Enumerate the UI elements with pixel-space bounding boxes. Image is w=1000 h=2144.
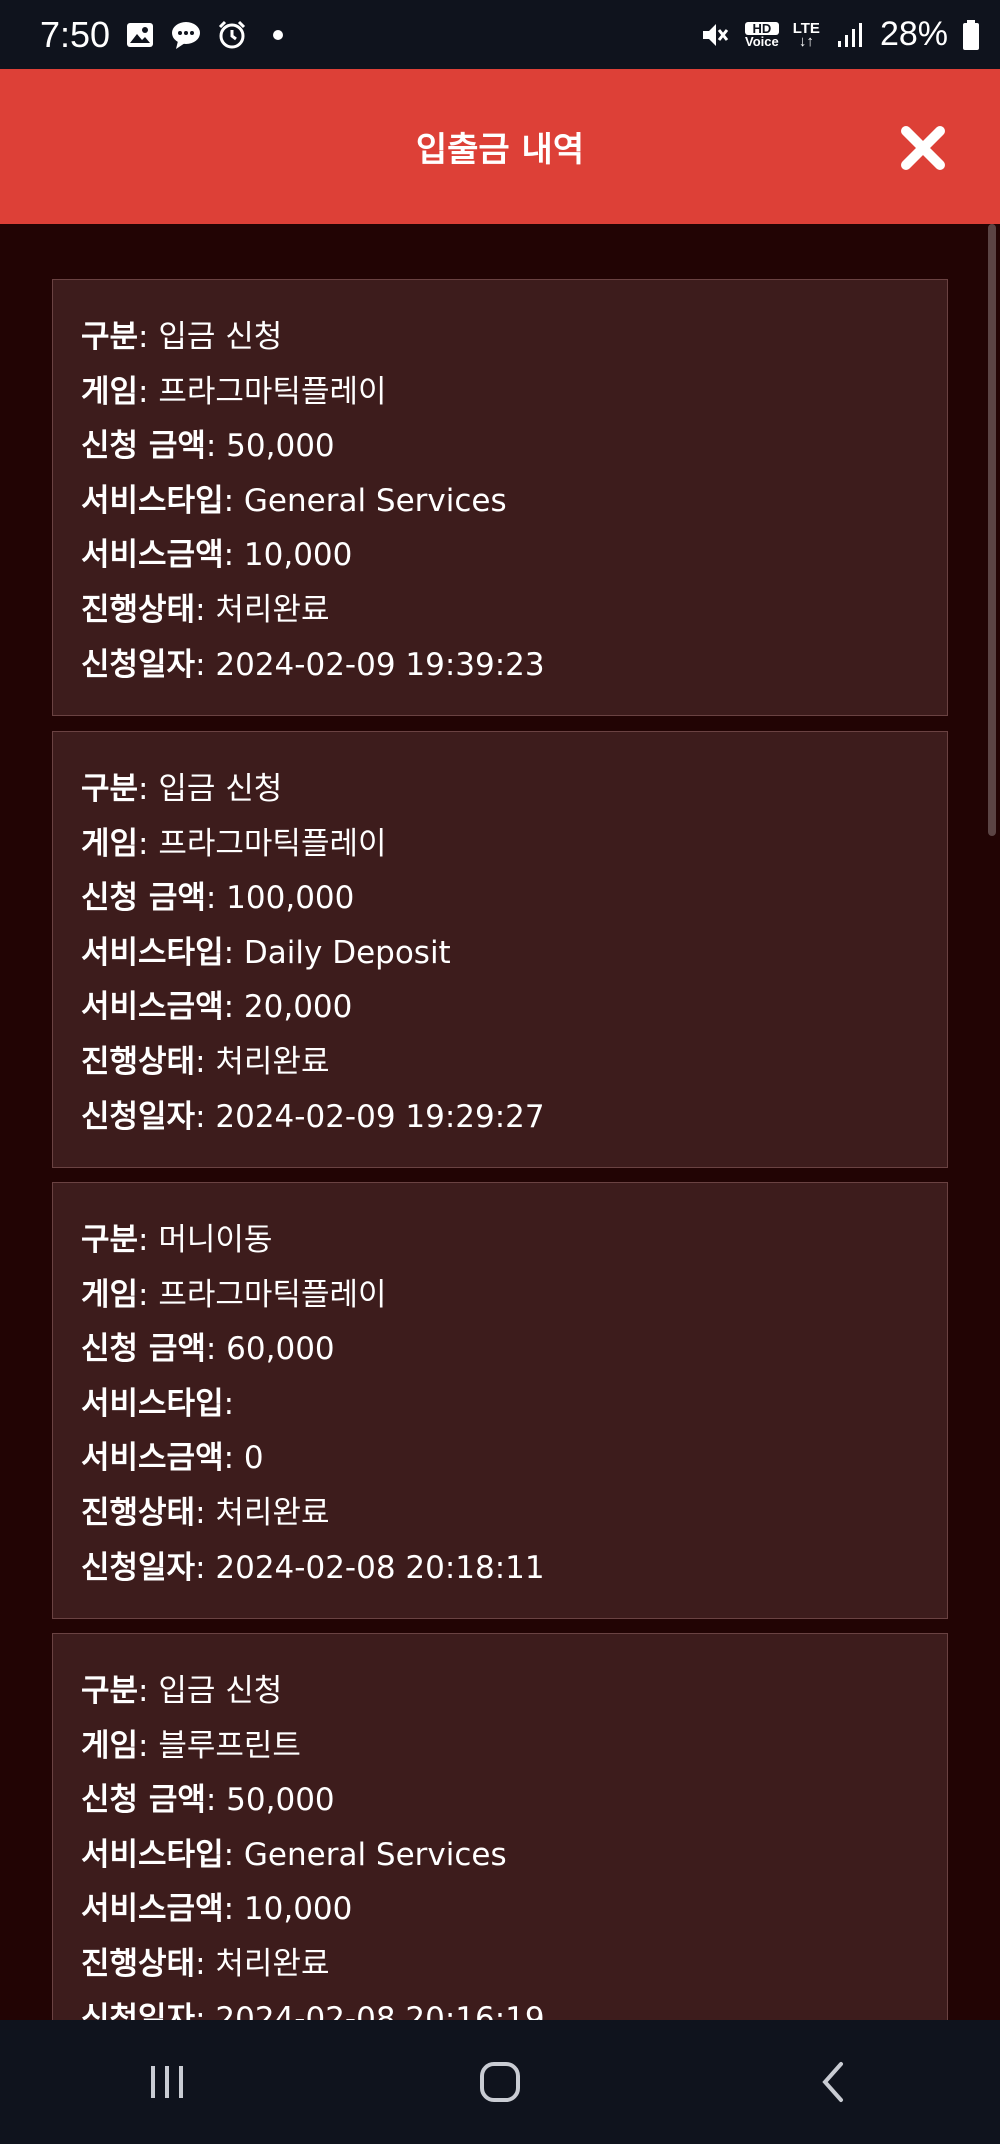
home-icon <box>479 2062 520 2102</box>
recents-button[interactable] <box>127 2042 207 2122</box>
row-status: 진행상태: 처리완료 <box>81 591 330 628</box>
row-status: 진행상태: 처리완료 <box>81 1043 330 1080</box>
transaction-card: 구분: 입금 신청 게임: 프라그마틱플레이 신청 금액: 100,000 서비… <box>52 731 948 1168</box>
recents-icon <box>150 2066 183 2098</box>
row-status: 진행상태: 처리완료 <box>81 1945 330 1982</box>
transaction-card: 구분: 입금 신청 게임: 블루프린트 신청 금액: 50,000 서비스타입:… <box>52 1633 948 2020</box>
row-date: 신청일자: 2024-02-08 20:16:19 <box>81 2000 545 2020</box>
row-service-amount: 서비스금액: 10,000 <box>81 537 353 574</box>
transaction-list[interactable]: 구분: 입금 신청 게임: 프라그마틱플레이 신청 금액: 50,000 서비스… <box>0 224 1000 2020</box>
lte-icon: LTE ↓↑ <box>792 19 820 50</box>
row-amount: 신청 금액: 100,000 <box>81 880 355 917</box>
row-amount: 신청 금액: 50,000 <box>81 1782 335 1819</box>
row-service-type: 서비스타입: General Services <box>81 1836 507 1873</box>
mute-icon <box>703 23 729 46</box>
transaction-card: 구분: 머니이동 게임: 프라그마틱플레이 신청 금액: 60,000 서비스타… <box>52 1182 948 1619</box>
notification-dot-icon <box>273 29 284 40</box>
row-game: 게임: 프라그마틱플레이 <box>81 825 387 862</box>
status-bar: 7:50 HD Voice LTE ↓↑ 28% <box>0 0 1000 69</box>
app-header: 입출금 내역 <box>0 69 1000 224</box>
row-service-type: 서비스타입: General Services <box>81 482 507 519</box>
row-service-type: 서비스타입: Daily Deposit <box>81 934 451 971</box>
hd-voice-icon: HD Voice <box>745 20 779 49</box>
home-button[interactable] <box>460 2042 540 2122</box>
row-type: 구분: 입금 신청 <box>81 1673 283 1709</box>
battery-icon <box>963 19 979 50</box>
row-service-amount: 서비스금액: 20,000 <box>81 989 353 1026</box>
row-type: 구분: 입금 신청 <box>81 771 283 807</box>
row-status: 진행상태: 처리완료 <box>81 1494 330 1531</box>
row-type: 구분: 입금 신청 <box>81 319 283 355</box>
transaction-card: 구분: 입금 신청 게임: 프라그마틱플레이 신청 금액: 50,000 서비스… <box>52 279 948 716</box>
row-amount: 신청 금액: 60,000 <box>81 1331 335 1368</box>
scrollbar-thumb[interactable] <box>988 224 996 836</box>
row-date: 신청일자: 2024-02-09 19:39:23 <box>81 646 545 683</box>
close-icon[interactable] <box>900 125 946 171</box>
chat-bubble-icon <box>172 21 201 49</box>
status-bar-right: HD Voice LTE ↓↑ 28% <box>699 15 980 54</box>
row-date: 신청일자: 2024-02-08 20:18:11 <box>81 1549 545 1586</box>
row-amount: 신청 금액: 50,000 <box>81 428 335 465</box>
row-type: 구분: 머니이동 <box>81 1222 273 1258</box>
row-game: 게임: 프라그마틱플레이 <box>81 373 387 410</box>
gallery-icon <box>127 22 154 47</box>
status-time: 7:50 <box>40 13 111 55</box>
battery-percent: 28% <box>879 15 948 53</box>
row-game: 게임: 블루프린트 <box>81 1727 301 1764</box>
back-button[interactable] <box>793 2042 873 2122</box>
row-service-type: 서비스타입: <box>81 1385 235 1422</box>
signal-icon <box>837 22 862 47</box>
row-service-amount: 서비스금액: 0 <box>81 1440 264 1477</box>
nav-bar <box>0 2020 1000 2144</box>
back-icon <box>822 2062 844 2102</box>
row-service-amount: 서비스금액: 10,000 <box>81 1891 353 1928</box>
status-bar-left: 7:50 <box>40 14 294 56</box>
row-date: 신청일자: 2024-02-09 19:29:27 <box>81 1098 545 1135</box>
page-title: 입출금 내역 <box>415 130 585 170</box>
alarm-icon <box>219 20 246 48</box>
row-game: 게임: 프라그마틱플레이 <box>81 1276 387 1313</box>
